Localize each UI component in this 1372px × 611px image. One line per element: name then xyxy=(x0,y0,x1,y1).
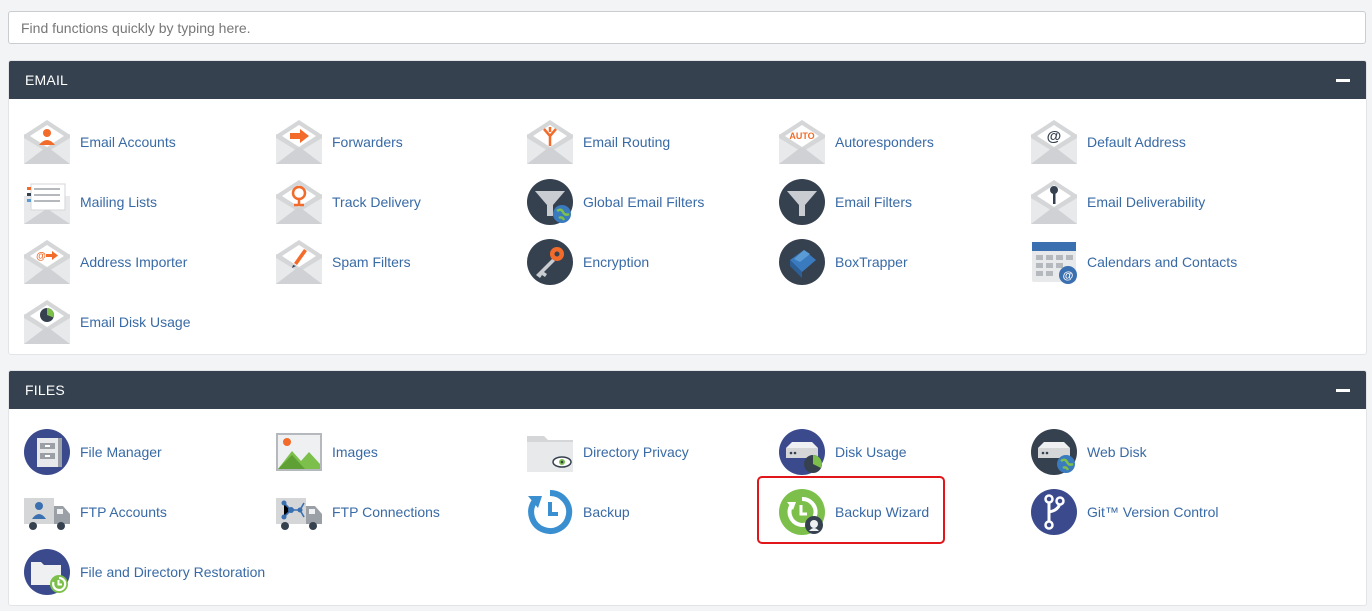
address-importer-link[interactable]: @ Address Importer xyxy=(23,237,187,287)
forwarders-label: Forwarders xyxy=(332,134,403,150)
default-address-link[interactable]: @ Default Address xyxy=(1030,117,1186,167)
disk-usage-label: Disk Usage xyxy=(835,444,907,460)
ftp-accounts-label: FTP Accounts xyxy=(80,504,167,520)
boxtrapper-label: BoxTrapper xyxy=(835,254,908,270)
ftp-accounts-icon xyxy=(23,488,71,536)
address-importer-label: Address Importer xyxy=(80,254,188,270)
web-disk-label: Web Disk xyxy=(1087,444,1147,460)
ftp-accounts-link[interactable]: FTP Accounts xyxy=(23,487,167,537)
directory-privacy-link[interactable]: Directory Privacy xyxy=(526,427,689,477)
email-accounts-link[interactable]: Email Accounts xyxy=(23,117,176,167)
email-routing-label: Email Routing xyxy=(583,134,671,150)
default-address-icon: @ xyxy=(1030,118,1078,166)
email-section: EMAIL Email Accounts Forwarders Email Ro… xyxy=(8,60,1367,355)
encryption-label: Encryption xyxy=(583,254,650,270)
svg-text:@: @ xyxy=(1047,128,1062,145)
email-disk-usage-label: Email Disk Usage xyxy=(80,314,191,330)
default-address-label: Default Address xyxy=(1087,134,1186,150)
disk-usage-icon xyxy=(778,428,826,476)
autoresponders-icon: AUTO xyxy=(778,118,826,166)
global-email-filters-label: Global Email Filters xyxy=(583,194,705,210)
backup-wizard-label: Backup Wizard xyxy=(835,504,930,520)
backup-wizard-link[interactable]: Backup Wizard xyxy=(778,487,929,537)
email-deliverability-link[interactable]: Email Deliverability xyxy=(1030,177,1205,227)
email-deliverability-icon xyxy=(1030,178,1078,226)
section-title: EMAIL xyxy=(25,72,69,88)
encryption-link[interactable]: Encryption xyxy=(526,237,649,287)
file-manager-link[interactable]: File Manager xyxy=(23,427,162,477)
boxtrapper-link[interactable]: BoxTrapper xyxy=(778,237,908,287)
ftp-connections-label: FTP Connections xyxy=(332,504,440,520)
email-filters-label: Email Filters xyxy=(835,194,913,210)
forwarders-icon xyxy=(275,118,323,166)
calendars-contacts-icon: @ xyxy=(1030,238,1078,286)
git-version-control-link[interactable]: Git™ Version Control xyxy=(1030,487,1219,537)
global-email-filters-link[interactable]: Global Email Filters xyxy=(526,177,704,227)
images-label: Images xyxy=(332,444,378,460)
mailing-lists-icon xyxy=(23,178,71,226)
directory-privacy-label: Directory Privacy xyxy=(583,444,689,460)
files-section: FILES File Manager Images Directory Priv… xyxy=(8,370,1367,606)
email-filters-icon xyxy=(778,178,826,226)
spam-filters-icon xyxy=(275,238,323,286)
directory-privacy-icon xyxy=(526,428,574,476)
email-section-header[interactable]: EMAIL xyxy=(9,61,1366,99)
email-deliverability-label: Email Deliverability xyxy=(1087,194,1206,210)
email-filters-link[interactable]: Email Filters xyxy=(778,177,912,227)
track-delivery-link[interactable]: Track Delivery xyxy=(275,177,421,227)
address-importer-icon: @ xyxy=(23,238,71,286)
file-directory-restoration-label: File and Directory Restoration xyxy=(80,564,266,580)
autoresponders-link[interactable]: AUTO Autoresponders xyxy=(778,117,934,167)
web-disk-icon xyxy=(1030,428,1078,476)
mailing-lists-label: Mailing Lists xyxy=(80,194,158,210)
collapse-icon[interactable] xyxy=(1336,78,1350,82)
svg-text:@: @ xyxy=(36,251,46,262)
email-routing-link[interactable]: Email Routing xyxy=(526,117,670,167)
web-disk-link[interactable]: Web Disk xyxy=(1030,427,1147,477)
autoresponders-label: Autoresponders xyxy=(835,134,934,150)
git-version-control-label: Git™ Version Control xyxy=(1087,504,1219,520)
mailing-lists-link[interactable]: Mailing Lists xyxy=(23,177,157,227)
file-manager-label: File Manager xyxy=(80,444,162,460)
calendars-contacts-link[interactable]: @ Calendars and Contacts xyxy=(1030,237,1237,287)
encryption-icon xyxy=(526,238,574,286)
collapse-icon[interactable] xyxy=(1336,388,1350,392)
boxtrapper-icon xyxy=(778,238,826,286)
global-email-filters-icon xyxy=(526,178,574,226)
email-routing-icon xyxy=(526,118,574,166)
email-accounts-icon xyxy=(23,118,71,166)
section-title: FILES xyxy=(25,382,65,398)
backup-link[interactable]: Backup xyxy=(526,487,630,537)
calendars-contacts-label: Calendars and Contacts xyxy=(1087,254,1238,270)
git-version-control-icon xyxy=(1030,488,1078,536)
images-link[interactable]: Images xyxy=(275,427,378,477)
track-delivery-label: Track Delivery xyxy=(332,194,421,210)
email-accounts-label: Email Accounts xyxy=(80,134,176,150)
spam-filters-link[interactable]: Spam Filters xyxy=(275,237,411,287)
track-delivery-icon xyxy=(275,178,323,226)
forwarders-link[interactable]: Forwarders xyxy=(275,117,403,167)
email-disk-usage-link[interactable]: Email Disk Usage xyxy=(23,297,190,347)
search-input[interactable] xyxy=(8,11,1366,44)
ftp-connections-link[interactable]: FTP Connections xyxy=(275,487,440,537)
file-manager-icon xyxy=(23,428,71,476)
backup-label: Backup xyxy=(583,504,630,520)
svg-text:AUTO: AUTO xyxy=(789,131,814,141)
file-directory-restoration-icon xyxy=(23,548,71,596)
backup-wizard-icon xyxy=(778,488,826,536)
images-icon xyxy=(275,428,323,476)
email-disk-usage-icon xyxy=(23,298,71,346)
svg-text:@: @ xyxy=(1063,270,1074,282)
spam-filters-label: Spam Filters xyxy=(332,254,411,270)
file-directory-restoration-link[interactable]: File and Directory Restoration xyxy=(23,547,265,597)
backup-icon xyxy=(526,488,574,536)
files-section-header[interactable]: FILES xyxy=(9,371,1366,409)
disk-usage-link[interactable]: Disk Usage xyxy=(778,427,907,477)
ftp-connections-icon xyxy=(275,488,323,536)
